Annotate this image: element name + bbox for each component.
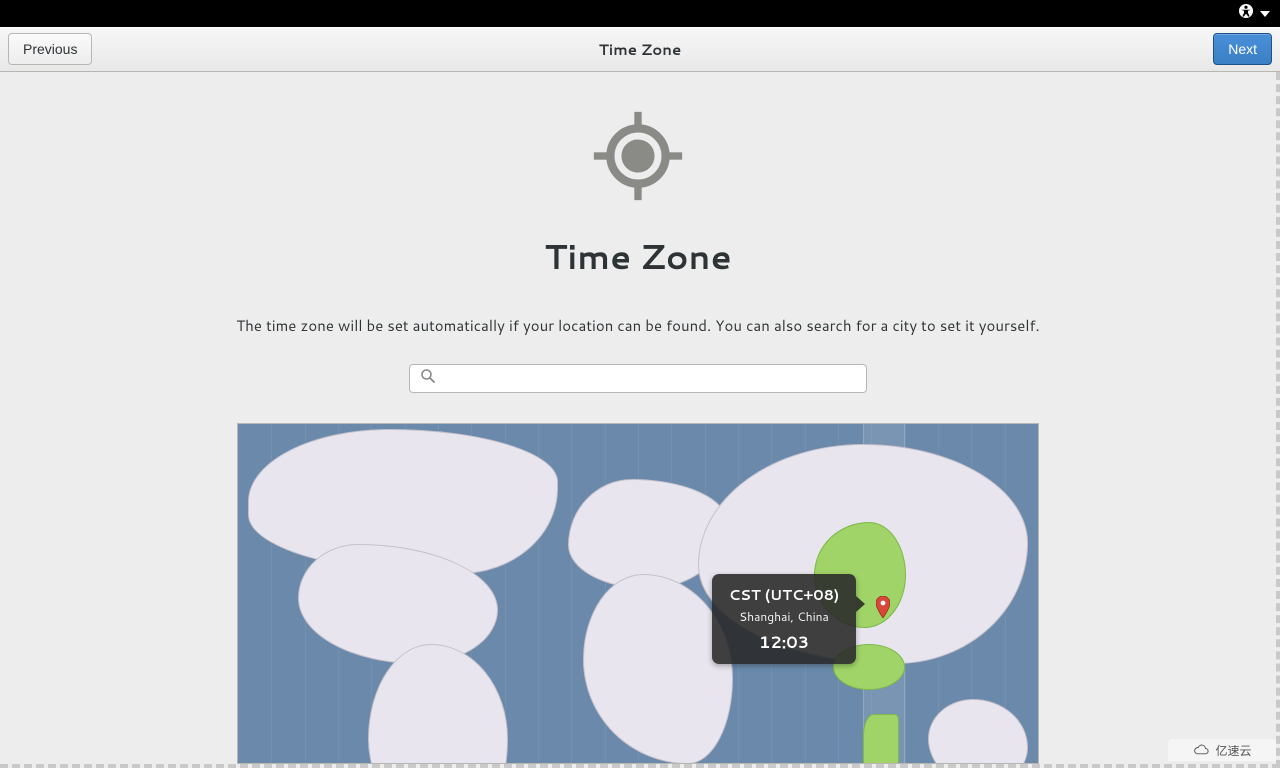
page-description: The time zone will be set automatically …	[236, 315, 1039, 336]
map-landmass	[583, 574, 733, 764]
map-landmass	[928, 699, 1028, 764]
cloud-icon	[1192, 743, 1210, 757]
timezone-tooltip: CST (UTC+08) Shanghai, China 12:03	[712, 574, 856, 664]
city-search-input[interactable]	[444, 365, 856, 392]
page-heading: Time Zone	[544, 232, 731, 280]
watermark-text: 亿速云	[1215, 742, 1251, 759]
header-bar: Previous Time Zone Next	[0, 27, 1280, 72]
previous-button[interactable]: Previous	[8, 33, 92, 65]
next-button[interactable]: Next	[1213, 33, 1272, 65]
chevron-down-icon[interactable]	[1260, 11, 1270, 17]
timezone-location: Shanghai, China	[720, 608, 848, 625]
header-title: Time Zone	[599, 39, 682, 60]
timezone-time: 12:03	[720, 631, 848, 654]
accessibility-icon[interactable]	[1238, 2, 1254, 25]
selected-zone-land	[863, 714, 899, 764]
search-icon	[420, 367, 436, 390]
location-target-icon	[592, 110, 684, 202]
location-pin-icon	[876, 596, 890, 618]
content-area: Time Zone The time zone will be set auto…	[0, 72, 1280, 768]
watermark-badge: 亿速云	[1168, 739, 1276, 761]
timezone-abbrev: CST (UTC+08)	[720, 584, 848, 605]
city-search-field[interactable]	[409, 364, 867, 393]
timezone-map[interactable]: CST (UTC+08) Shanghai, China 12:03	[237, 423, 1039, 764]
gnome-top-bar	[0, 0, 1280, 27]
